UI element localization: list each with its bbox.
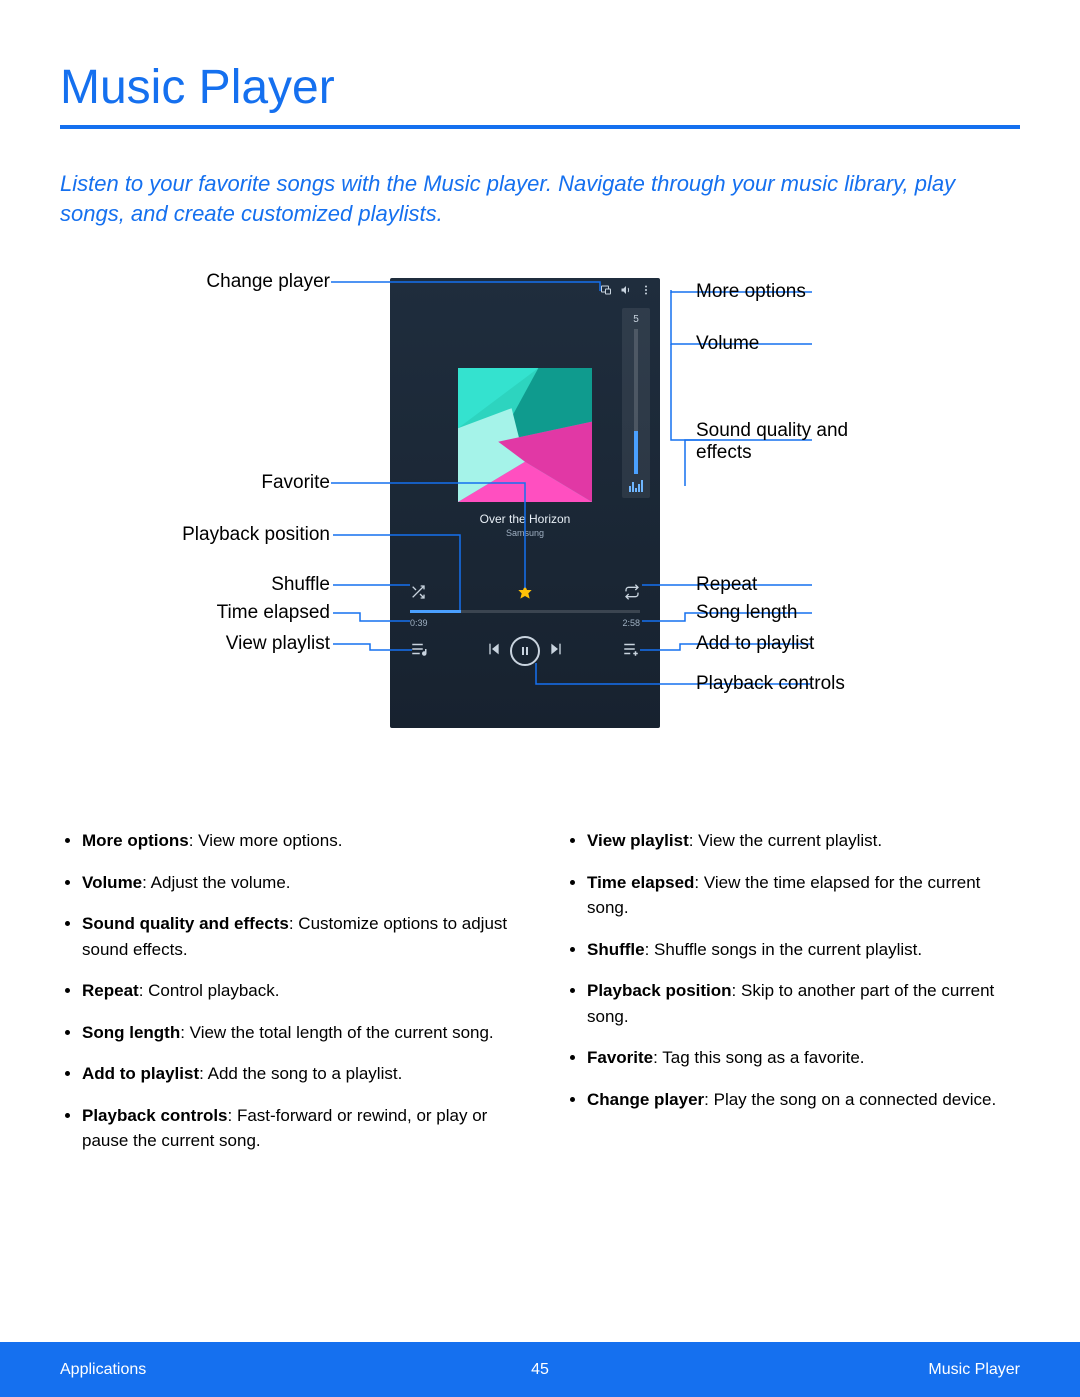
definition-item: Repeat: Control playback. <box>82 978 515 1004</box>
definition-term: Repeat <box>82 981 139 1000</box>
definition-desc: : Play the song on a connected device. <box>704 1090 996 1109</box>
label-song-length: Song length <box>696 602 797 624</box>
definition-item: Playback position: Skip to another part … <box>587 978 1020 1029</box>
definition-item: Playback controls: Fast-forward or rewin… <box>82 1103 515 1154</box>
more-options-icon[interactable] <box>640 284 652 299</box>
definition-desc: : Adjust the volume. <box>142 873 290 892</box>
intro-text: Listen to your favorite songs with the M… <box>60 169 1020 228</box>
previous-icon[interactable] <box>486 641 502 662</box>
time-elapsed: 0:39 <box>410 618 428 628</box>
footer-right: Music Player <box>928 1361 1020 1379</box>
footer-left: Applications <box>60 1361 146 1379</box>
label-playback-controls: Playback controls <box>696 673 845 695</box>
label-repeat: Repeat <box>696 574 757 596</box>
definition-item: Change player: Play the song on a connec… <box>587 1087 1020 1113</box>
definition-item: Favorite: Tag this song as a favorite. <box>587 1045 1020 1071</box>
album-art <box>458 368 592 502</box>
label-shuffle: Shuffle <box>60 574 330 596</box>
label-playback-position: Playback position <box>60 524 330 546</box>
label-time-elapsed: Time elapsed <box>60 602 330 624</box>
label-add-to-playlist: Add to playlist <box>696 633 814 655</box>
phone-mockup: 5 Over the Horizon Sams <box>390 278 660 728</box>
label-favorite: Favorite <box>60 472 330 494</box>
label-sound-quality: Sound quality and effects <box>696 420 876 464</box>
definition-term: Time elapsed <box>587 873 694 892</box>
definition-item: Song length: View the total length of th… <box>82 1020 515 1046</box>
definition-term: View playlist <box>587 831 689 850</box>
song-title: Over the Horizon <box>390 512 660 526</box>
definition-term: Song length <box>82 1023 180 1042</box>
page-footer: Applications 45 Music Player <box>0 1342 1080 1397</box>
definition-item: Shuffle: Shuffle songs in the current pl… <box>587 937 1020 963</box>
volume-icon[interactable] <box>620 284 632 299</box>
definitions: More options: View more options.Volume: … <box>60 828 1020 1170</box>
definition-item: Volume: Adjust the volume. <box>82 870 515 896</box>
repeat-icon[interactable] <box>624 584 640 605</box>
definition-item: Time elapsed: View the time elapsed for … <box>587 870 1020 921</box>
add-to-playlist-icon[interactable] <box>622 640 640 663</box>
definitions-left: More options: View more options.Volume: … <box>60 828 515 1154</box>
shuffle-icon[interactable] <box>410 584 426 605</box>
definition-desc: : View the current playlist. <box>689 831 882 850</box>
favorite-icon[interactable] <box>517 584 533 605</box>
time-total: 2:58 <box>622 618 640 628</box>
label-volume: Volume <box>696 333 759 355</box>
definition-item: Sound quality and effects: Customize opt… <box>82 911 515 962</box>
playback-position-slider[interactable] <box>410 610 640 613</box>
label-more-options: More options <box>696 281 806 303</box>
definition-desc: : View the total length of the current s… <box>180 1023 493 1042</box>
definition-desc: : Shuffle songs in the current playlist. <box>645 940 923 959</box>
play-pause-button[interactable] <box>510 636 540 666</box>
definition-desc: : Add the song to a playlist. <box>199 1064 402 1083</box>
definitions-right: View playlist: View the current playlist… <box>565 828 1020 1112</box>
sound-quality-icon[interactable] <box>629 480 643 492</box>
definition-term: Change player <box>587 1090 704 1109</box>
definition-desc: : Tag this song as a favorite. <box>653 1048 864 1067</box>
definition-item: More options: View more options. <box>82 828 515 854</box>
definition-term: Add to playlist <box>82 1064 199 1083</box>
label-view-playlist: View playlist <box>60 633 330 655</box>
definition-term: Favorite <box>587 1048 653 1067</box>
view-playlist-icon[interactable] <box>410 640 428 663</box>
definition-term: Playback controls <box>82 1106 228 1125</box>
change-player-icon[interactable] <box>600 284 612 299</box>
definition-term: More options <box>82 831 189 850</box>
song-artist: Samsung <box>390 528 660 538</box>
definition-term: Playback position <box>587 981 732 1000</box>
definition-term: Shuffle <box>587 940 645 959</box>
definition-item: Add to playlist: Add the song to a playl… <box>82 1061 515 1087</box>
next-icon[interactable] <box>548 641 564 662</box>
title-rule <box>60 125 1020 129</box>
definition-term: Volume <box>82 873 142 892</box>
definition-desc: : Control playback. <box>139 981 280 1000</box>
playback-controls <box>486 636 564 666</box>
page-title: Music Player <box>60 60 1020 115</box>
volume-value: 5 <box>633 314 639 325</box>
volume-panel[interactable]: 5 <box>622 308 650 498</box>
footer-page-number: 45 <box>531 1361 549 1379</box>
diagram: 5 Over the Horizon Sams <box>60 268 1020 788</box>
volume-slider[interactable] <box>634 329 638 474</box>
label-change-player: Change player <box>60 271 330 293</box>
definition-term: Sound quality and effects <box>82 914 289 933</box>
definition-item: View playlist: View the current playlist… <box>587 828 1020 854</box>
definition-desc: : View more options. <box>189 831 343 850</box>
